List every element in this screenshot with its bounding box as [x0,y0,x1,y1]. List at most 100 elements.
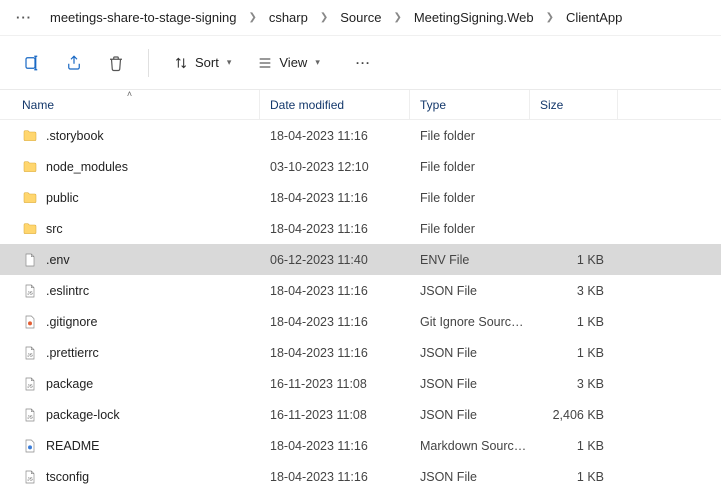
breadcrumb-item[interactable]: meetings-share-to-stage-signing [42,6,244,29]
sort-label: Sort [195,55,219,70]
breadcrumb-item[interactable]: csharp [261,6,316,29]
file-row[interactable]: package-lock 16-11-2023 11:08JSON File2,4… [0,399,721,430]
file-date: 03-10-2023 12:10 [260,160,410,174]
file-type: File folder [410,129,530,143]
sort-button[interactable]: Sort ▾ [163,49,241,77]
more-button[interactable]: ··· [346,50,381,76]
file-size: 1 KB [530,346,618,360]
folder-icon [22,159,38,175]
json-icon [22,345,38,361]
file-type: JSON File [410,346,530,360]
file-type: ENV File [410,253,530,267]
file-date: 18-04-2023 11:16 [260,191,410,205]
divider [148,49,149,77]
json-icon [22,283,38,299]
breadcrumb-item[interactable]: ClientApp [558,6,630,29]
file-type: Git Ignore Source ... [410,315,530,329]
file-date: 18-04-2023 11:16 [260,439,410,453]
file-date: 18-04-2023 11:16 [260,470,410,484]
file-date: 18-04-2023 11:16 [260,284,410,298]
file-row[interactable]: .prettierrc 18-04-2023 11:16JSON File1 KB [0,337,721,368]
file-date: 16-11-2023 11:08 [260,377,410,391]
file-date: 18-04-2023 11:16 [260,346,410,360]
chevron-right-icon: ❯ [246,12,258,23]
file-name: .prettierrc [46,346,99,360]
file-name: .eslintrc [46,284,89,298]
file-type: JSON File [410,408,530,422]
trash-icon [107,54,125,72]
folder-icon [22,221,38,237]
file-row[interactable]: tsconfig 18-04-2023 11:16JSON File1 KB [0,461,721,492]
file-type: File folder [410,160,530,174]
file-row[interactable]: package16-11-2023 11:08JSON File3 KB [0,368,721,399]
column-header-name[interactable]: ˄ Name [0,90,260,119]
chevron-down-icon: ▾ [227,57,232,68]
share-button[interactable] [56,45,92,81]
file-type: File folder [410,222,530,236]
sort-indicator-icon: ˄ [127,89,132,99]
json-icon [22,469,38,485]
file-type: Markdown Source... [410,439,530,453]
sort-icon [173,55,189,71]
delete-button[interactable] [98,45,134,81]
json-icon [22,407,38,423]
file-size: 1 KB [530,253,618,267]
file-row[interactable]: README 18-04-2023 11:16Markdown Source...… [0,430,721,461]
column-header-type[interactable]: Type [410,90,530,119]
file-size: 1 KB [530,470,618,484]
toolbar: Sort ▾ View ▾ ··· [0,36,721,90]
file-name: public [46,191,79,205]
file-size: 1 KB [530,315,618,329]
file-date: 06-12-2023 11:40 [260,253,410,267]
file-type: JSON File [410,470,530,484]
file-type: File folder [410,191,530,205]
file-date: 18-04-2023 11:16 [260,315,410,329]
file-name: .gitignore [46,315,97,329]
file-name: package [46,377,93,391]
file-row[interactable]: .eslintrc 18-04-2023 11:16JSON File3 KB [0,275,721,306]
file-row[interactable]: .gitignore 18-04-2023 11:16Git Ignore Sou… [0,306,721,337]
chevron-right-icon: ❯ [391,12,403,23]
view-button[interactable]: View ▾ [247,49,329,77]
file-size: 2,406 KB [530,408,618,422]
rename-icon [23,54,41,72]
file-row[interactable]: src18-04-2023 11:16File folder [0,213,721,244]
folder-icon [22,190,38,206]
git-icon [22,314,38,330]
file-name: node_modules [46,160,128,174]
file-size: 3 KB [530,284,618,298]
file-date: 18-04-2023 11:16 [260,129,410,143]
file-name: .env [46,253,70,267]
breadcrumb-overflow[interactable]: ··· [8,6,40,29]
chevron-down-icon: ▾ [315,57,320,68]
file-row[interactable]: node_modules 03-10-2023 12:10File folder [0,151,721,182]
file-size: 1 KB [530,439,618,453]
file-name: README [46,439,99,453]
json-icon [22,376,38,392]
file-row[interactable]: .storybook 18-04-2023 11:16File folder [0,120,721,151]
rename-button[interactable] [14,45,50,81]
chevron-right-icon: ❯ [318,12,330,23]
breadcrumb-item[interactable]: Source [332,6,389,29]
file-type: JSON File [410,284,530,298]
file-name: package-lock [46,408,120,422]
file-type: JSON File [410,377,530,391]
file-name: tsconfig [46,470,89,484]
view-label: View [279,55,307,70]
file-name: .storybook [46,129,104,143]
column-header-date[interactable]: Date modified [260,90,410,119]
file-row[interactable]: public 18-04-2023 11:16File folder [0,182,721,213]
file-row[interactable]: .env 06-12-2023 11:40ENV File1 KB [0,244,721,275]
breadcrumb-item[interactable]: MeetingSigning.Web [406,6,542,29]
file-date: 18-04-2023 11:16 [260,222,410,236]
breadcrumb: ··· meetings-share-to-stage-signing ❯ cs… [0,0,721,36]
file-list: .storybook18-04-2023 11:16File foldernod… [0,120,721,492]
md-icon [22,438,38,454]
column-headers: ˄ Name Date modified Type Size [0,90,721,120]
share-icon [65,54,83,72]
chevron-right-icon: ❯ [544,12,556,23]
column-header-size[interactable]: Size [530,90,618,119]
file-date: 16-11-2023 11:08 [260,408,410,422]
file-icon [22,252,38,268]
folder-icon [22,128,38,144]
